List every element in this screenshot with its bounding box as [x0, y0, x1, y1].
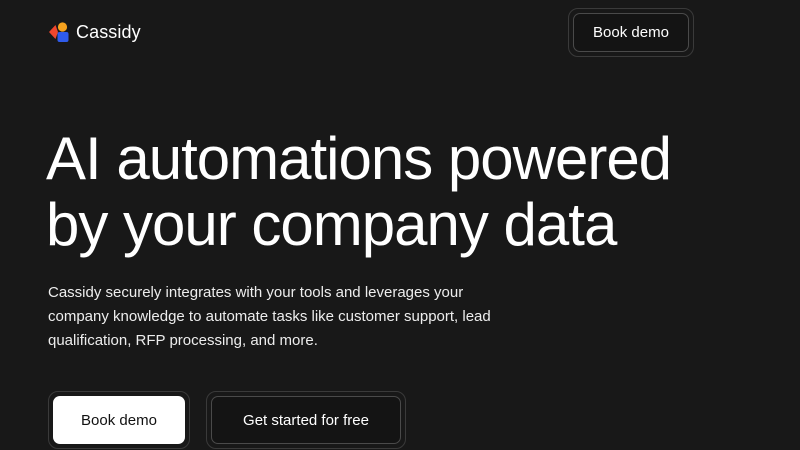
get-started-frame: Get started for free — [206, 391, 406, 449]
hero-title: AI automations powered by your company d… — [46, 126, 766, 258]
header-book-demo-button[interactable]: Book demo — [573, 13, 689, 52]
site-header: Cassidy Book demo — [0, 0, 800, 64]
cassidy-logo-icon — [49, 22, 69, 42]
hero-subtitle: Cassidy securely integrates with your to… — [48, 284, 491, 349]
brand-name: Cassidy — [76, 22, 141, 42]
get-started-free-button[interactable]: Get started for free — [211, 396, 401, 444]
brand-home-link[interactable]: Cassidy — [48, 21, 141, 43]
book-demo-frame: Book demo — [48, 391, 190, 449]
book-demo-button[interactable]: Book demo — [53, 396, 185, 444]
header-book-demo-frame: Book demo — [568, 8, 694, 57]
hero-title-line-1: AI automations powered — [46, 125, 672, 192]
hero-title-line-2: by your company data — [46, 191, 617, 258]
landing-page: Cassidy Book demo AI automations powered… — [0, 0, 800, 450]
